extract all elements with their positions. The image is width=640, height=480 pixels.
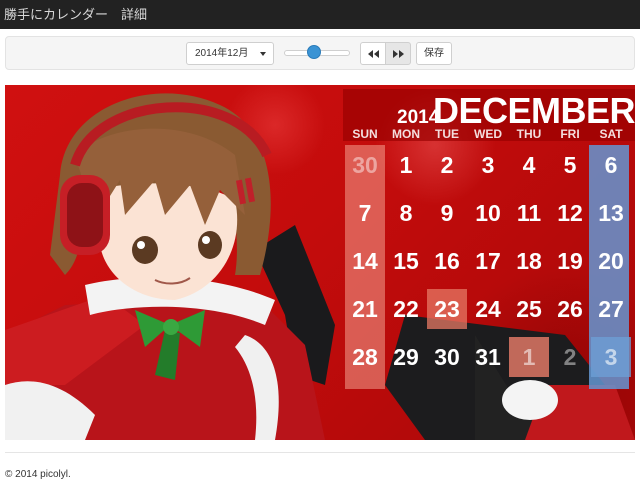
weekday-wed: WED	[474, 127, 502, 141]
calendar-day: 13	[598, 200, 624, 226]
top-navbar: 勝手にカレンダー 詳細	[0, 0, 640, 29]
weekday-fri: FRI	[560, 127, 580, 141]
calendar-day: 11	[516, 200, 542, 226]
month-select-value: 2014年12月	[195, 48, 249, 59]
forward-icon	[393, 50, 404, 58]
calendar-month-name: DECEMBER	[433, 90, 635, 131]
weekday-sun: SUN	[352, 127, 378, 141]
calendar-day: 22	[393, 296, 419, 322]
calendar-day: 16	[434, 248, 460, 274]
calendar-day: 9	[440, 200, 454, 226]
calendar-day: 25	[516, 296, 542, 322]
footer-copyright: © 2014 picolyl.	[5, 469, 71, 480]
calendar-day: 6	[604, 152, 618, 178]
footer-divider	[5, 452, 635, 453]
calendar-day: 7	[358, 200, 372, 226]
toolbar: 2014年12月 保存	[5, 36, 635, 70]
next-month-button[interactable]	[385, 42, 411, 65]
calendar-day: 23	[427, 289, 467, 329]
weekday-tue: TUE	[435, 127, 459, 141]
calendar-day: 24	[475, 296, 501, 322]
opacity-slider[interactable]	[284, 45, 350, 59]
calendar-day-outside-month: 30	[352, 152, 378, 178]
calendar-day: 30	[434, 344, 460, 370]
calendar-day: 20	[598, 248, 624, 274]
calendar-day-outside-month: 1	[509, 337, 549, 377]
calendar-day: 10	[475, 200, 501, 226]
backward-icon	[368, 50, 379, 58]
calendar-day: 15	[393, 248, 419, 274]
weekday-sat: SAT	[599, 127, 623, 141]
calendar-day: 1	[399, 152, 413, 178]
calendar-day: 21	[352, 296, 378, 322]
save-button[interactable]: 保存	[416, 42, 452, 65]
calendar-image: 2014 DECEMBER SUN MON TUE WED THU FRI SAT 30 1 2…	[5, 85, 635, 440]
prev-month-button[interactable]	[360, 42, 386, 65]
calendar-day: 2	[440, 152, 454, 178]
calendar-day: 3	[481, 152, 495, 178]
calendar-day: 29	[393, 344, 419, 370]
calendar-day: 8	[399, 200, 413, 226]
app-title[interactable]: 勝手にカレンダー 詳細	[4, 0, 147, 29]
month-select[interactable]: 2014年12月	[186, 42, 274, 65]
calendar-day: 19	[557, 248, 583, 274]
calendar-day: 26	[557, 296, 583, 322]
calendar-day: 5	[563, 152, 577, 178]
slider-handle[interactable]	[307, 45, 321, 59]
calendar-day: 18	[516, 248, 542, 274]
calendar-day: 4	[522, 152, 536, 178]
calendar-day: 12	[557, 200, 583, 226]
calendar-day-outside-month: 2	[563, 344, 577, 370]
calendar-day: 27	[598, 296, 624, 322]
calendar-day: 28	[352, 344, 378, 370]
chevron-down-icon	[260, 52, 266, 56]
calendar-panel: 2014 DECEMBER SUN MON TUE WED THU FRI SAT 30 1 2…	[343, 89, 635, 440]
calendar-day: 31	[475, 344, 501, 370]
weekday-thu: THU	[516, 127, 542, 141]
calendar-day-outside-month: 3	[591, 337, 631, 377]
calendar-day: 17	[475, 248, 501, 274]
calendar-day: 14	[352, 248, 378, 274]
weekday-mon: MON	[392, 127, 420, 141]
